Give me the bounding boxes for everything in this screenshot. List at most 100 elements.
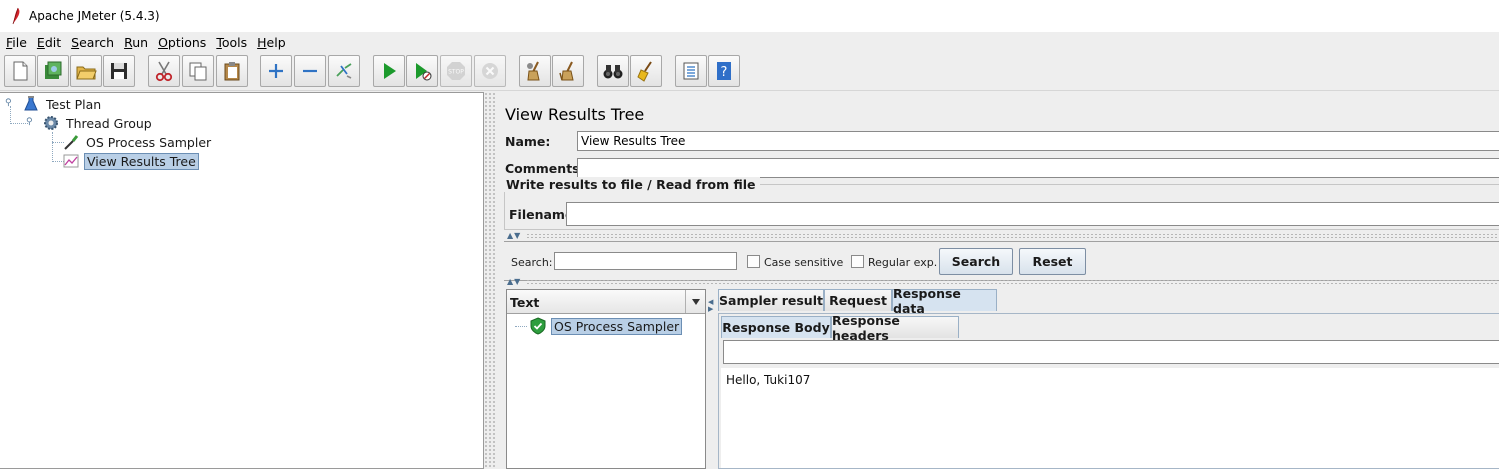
cut-icon	[155, 61, 173, 82]
templates-button[interactable]	[37, 55, 69, 87]
split-toggle-arrows[interactable]: ▲▼	[507, 231, 521, 240]
search-input[interactable]	[554, 252, 737, 270]
response-filter-input[interactable]	[723, 340, 1499, 364]
function-helper-button[interactable]	[675, 55, 707, 87]
title-bar: Apache JMeter (5.4.3)	[0, 0, 1499, 32]
binoculars-icon	[603, 65, 623, 79]
split-handle[interactable]	[526, 279, 1499, 285]
name-label: Name:	[505, 134, 551, 149]
broom-icon	[637, 61, 652, 82]
tree-item-test-plan[interactable]: Test Plan	[22, 95, 103, 113]
clear-all-button[interactable]	[552, 55, 584, 87]
regex-checkbox[interactable]	[851, 255, 864, 268]
name-input[interactable]	[577, 131, 1499, 151]
svg-text:STOP: STOP	[448, 69, 464, 76]
expand-icon	[269, 64, 283, 78]
shutdown-button[interactable]	[474, 55, 506, 87]
view-results-tree-panel: View Results Tree Name: Comments: Write …	[496, 92, 1499, 469]
split-toggle-arrows[interactable]: ◀ ▶	[708, 299, 714, 313]
tree-connector	[515, 326, 527, 327]
new-button[interactable]	[4, 55, 36, 87]
result-item[interactable]: OS Process Sampler	[529, 317, 683, 335]
stop-button[interactable]: STOP	[440, 55, 472, 87]
gear-icon	[44, 116, 58, 130]
toggle-icon	[336, 63, 352, 79]
results-column-header: Text	[507, 290, 705, 314]
pipette-icon	[64, 135, 79, 150]
search-label: Search:	[511, 256, 553, 269]
comments-input[interactable]	[577, 158, 1499, 178]
split-handle[interactable]	[526, 233, 1499, 239]
results-tree: Text OS Process Sampler	[506, 289, 706, 469]
start-button[interactable]	[373, 55, 405, 87]
help-button[interactable]: ?	[708, 55, 740, 87]
jmeter-feather-icon	[9, 7, 23, 25]
clear-icon	[527, 61, 540, 81]
paste-icon	[224, 62, 240, 81]
pane-divider[interactable]	[484, 92, 496, 469]
test-plan-tree: ⚲ Test Plan ⚲ Thread Group OS Process Sa…	[0, 92, 484, 469]
menu-tools[interactable]: Tools	[216, 35, 247, 50]
split-toggle-arrows[interactable]: ▲▼	[507, 277, 521, 286]
tree-toggle-test-plan[interactable]: ⚲	[5, 98, 12, 108]
menu-edit[interactable]: Edit	[37, 35, 61, 50]
menu-file[interactable]: File	[6, 35, 27, 50]
search-submit-button[interactable]: Search	[939, 248, 1013, 275]
new-icon	[13, 61, 28, 81]
menu-help[interactable]: Help	[257, 35, 286, 50]
tree-item-os-process-sampler[interactable]: OS Process Sampler	[62, 133, 213, 151]
tree-item-view-results-tree[interactable]: View Results Tree	[62, 152, 199, 170]
tab-request[interactable]: Request	[824, 289, 892, 311]
save-icon	[111, 63, 127, 79]
collapse-icon	[303, 69, 317, 73]
tree-connector	[10, 106, 11, 124]
open-icon	[76, 66, 97, 80]
file-fieldset-legend: Write results to file / Read from file	[502, 177, 760, 192]
clear-all-icon	[559, 61, 574, 81]
paste-button[interactable]	[216, 55, 248, 87]
svg-text:?: ?	[721, 65, 728, 80]
subtab-response-body[interactable]: Response Body	[721, 316, 831, 338]
filename-input[interactable]	[566, 202, 1499, 226]
case-sensitive-checkbox[interactable]	[747, 255, 760, 268]
menu-bar: File Edit Search Run Options Tools Help	[0, 32, 1499, 52]
copy-button[interactable]	[182, 55, 214, 87]
window-title: Apache JMeter (5.4.3)	[29, 9, 160, 23]
open-button[interactable]	[70, 55, 102, 87]
copy-icon	[189, 62, 207, 81]
save-button[interactable]	[103, 55, 135, 87]
text-column-label: Text	[510, 295, 540, 310]
success-shield-icon	[530, 317, 546, 335]
list-icon	[683, 62, 699, 80]
response-data-panel: Response Body Response headers Hello, Tu…	[718, 313, 1499, 469]
start-no-pauses-button[interactable]	[406, 55, 438, 87]
toggle-button[interactable]	[328, 55, 360, 87]
search-reset-button[interactable]: Reset	[1019, 248, 1086, 275]
tab-sampler-result[interactable]: Sampler result	[718, 289, 824, 311]
result-tabs: Sampler result Request Response data Res…	[718, 286, 1499, 469]
cut-button[interactable]	[148, 55, 180, 87]
menu-run[interactable]: Run	[124, 35, 148, 50]
regex-label: Regular exp.	[868, 256, 938, 269]
comments-label: Comments:	[505, 161, 585, 176]
menu-options[interactable]: Options	[158, 35, 206, 50]
graph-icon	[63, 154, 79, 168]
tab-response-data[interactable]: Response data	[892, 286, 997, 316]
collapse-button[interactable]	[294, 55, 326, 87]
expand-button[interactable]	[260, 55, 292, 87]
flask-icon	[24, 96, 38, 111]
panel-title: View Results Tree	[505, 105, 645, 124]
menu-search[interactable]: Search	[71, 35, 114, 50]
start-icon	[384, 63, 396, 79]
reset-search-button[interactable]	[630, 55, 662, 87]
subtab-response-headers[interactable]: Response headers	[831, 313, 959, 343]
renderer-dropdown[interactable]	[685, 290, 705, 313]
toolbar: STOP ?	[0, 53, 1499, 91]
case-sensitive-label: Case sensitive	[764, 256, 844, 269]
response-body-text[interactable]: Hello, Tuki107	[721, 368, 1499, 468]
tree-toggle-thread-group[interactable]: ⚲	[26, 117, 33, 127]
clear-button[interactable]	[519, 55, 551, 87]
filename-label: Filename	[509, 207, 574, 222]
tree-item-thread-group[interactable]: Thread Group	[42, 114, 154, 132]
search-button[interactable]	[597, 55, 629, 87]
